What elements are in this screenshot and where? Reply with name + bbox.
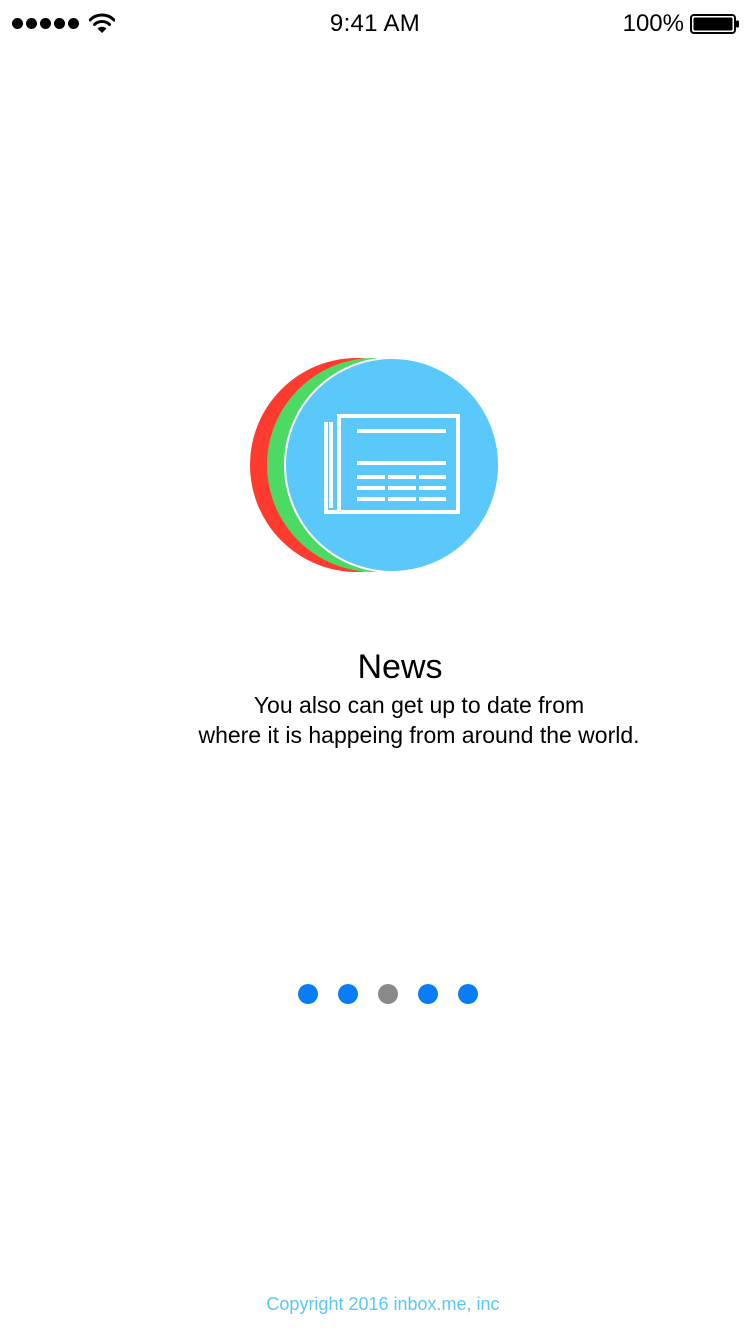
battery-percent: 100% [622, 10, 684, 37]
page-dot-1[interactable] [298, 984, 318, 1004]
battery-icon [690, 14, 739, 34]
page-dot-4[interactable] [418, 984, 438, 1004]
page-dot-3-current[interactable] [378, 984, 398, 1004]
page-title: News [357, 648, 443, 686]
page-description: You also can get up to date from where i… [0, 690, 750, 750]
description-line: You also can get up to date from [253, 692, 585, 718]
status-bar: 9:41 AM 100% [0, 0, 750, 48]
news-illustration [250, 357, 500, 573]
page-indicator[interactable] [298, 984, 478, 1004]
page-dot-5[interactable] [458, 984, 478, 1004]
copyright-text: Copyright 2016 inbox.me, inc [266, 1294, 500, 1314]
description-line: where it is happeing from around the wor… [198, 722, 640, 748]
page-dot-2[interactable] [338, 984, 358, 1004]
